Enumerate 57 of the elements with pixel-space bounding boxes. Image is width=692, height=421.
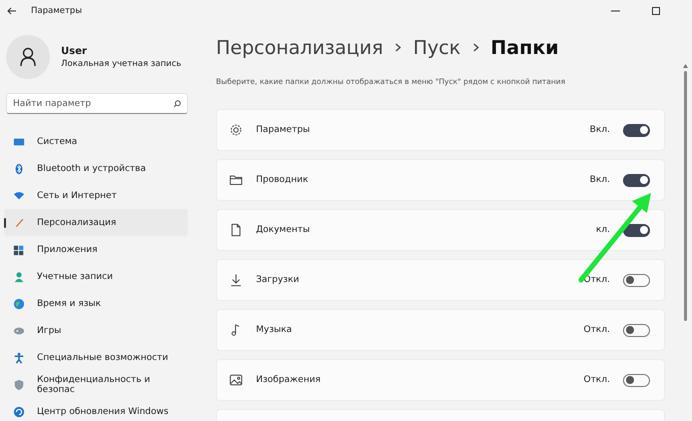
gear-icon bbox=[229, 123, 243, 137]
folder-label: Документы bbox=[256, 225, 311, 235]
document-icon bbox=[229, 223, 243, 237]
image-icon bbox=[229, 373, 243, 387]
folder-label: Изображения bbox=[256, 375, 322, 385]
nav-item[interactable]: Учетные записи bbox=[4, 263, 188, 290]
nav-item[interactable]: Приложения bbox=[4, 236, 188, 263]
avatar[interactable] bbox=[6, 35, 50, 79]
toggle-switch[interactable] bbox=[623, 224, 650, 236]
nav-item[interactable]: Конфиденциальность и безопас bbox=[4, 371, 188, 398]
search-icon bbox=[173, 100, 181, 108]
toggle-switch[interactable] bbox=[623, 124, 650, 136]
nav-item[interactable]: Специальные возможности bbox=[4, 344, 188, 371]
toggle-state-label: Вкл. bbox=[590, 175, 610, 185]
breadcrumb-link[interactable]: Пуск bbox=[413, 37, 461, 59]
nav-item[interactable]: Персонализация bbox=[4, 209, 188, 236]
monitor-icon bbox=[13, 136, 25, 148]
toggle-state-label: Откл. bbox=[584, 375, 610, 385]
toggle-state-label: кл. bbox=[596, 225, 610, 235]
page-title: Папки bbox=[490, 37, 559, 59]
back-arrow-icon[interactable] bbox=[7, 7, 17, 15]
person-icon bbox=[20, 47, 36, 67]
breadcrumb-link[interactable]: Персонализация bbox=[216, 37, 384, 59]
search-field[interactable]: Найти параметр bbox=[6, 93, 188, 114]
folder-label: Проводник bbox=[256, 175, 310, 185]
bluetooth-icon bbox=[13, 162, 25, 174]
nav-item[interactable]: Bluetooth и устройства bbox=[4, 155, 188, 182]
nav-item[interactable]: Сеть и Интернет bbox=[4, 182, 188, 209]
globe-icon bbox=[13, 298, 25, 310]
shield-icon bbox=[13, 378, 25, 390]
toggle-state-label: Вкл. bbox=[590, 125, 610, 135]
apps-icon bbox=[13, 244, 25, 256]
wifi-icon bbox=[13, 190, 25, 202]
folder-label: Параметры bbox=[256, 125, 311, 135]
brush-icon bbox=[13, 216, 25, 228]
minimize-icon[interactable] bbox=[611, 10, 620, 12]
folder-label: Загрузки bbox=[256, 275, 300, 285]
toggle-switch[interactable] bbox=[623, 174, 650, 186]
nav-item[interactable]: Игры bbox=[4, 317, 188, 344]
selection-indicator bbox=[4, 218, 6, 228]
nav-item[interactable]: Время и язык bbox=[4, 290, 188, 317]
folder-icon bbox=[229, 173, 243, 187]
toggle-switch[interactable] bbox=[623, 374, 650, 386]
maximize-icon[interactable] bbox=[652, 7, 660, 15]
download-icon bbox=[229, 273, 243, 287]
toggle-switch[interactable] bbox=[623, 274, 650, 286]
nav-item[interactable]: Центр обновления Windows bbox=[4, 398, 188, 421]
user-name: User bbox=[61, 46, 88, 56]
accessibility-icon bbox=[13, 352, 25, 364]
toggle-state-label: Откл. bbox=[584, 325, 610, 335]
update-icon bbox=[13, 406, 25, 418]
toggle-switch[interactable] bbox=[623, 324, 650, 336]
account-type: Локальная учетная запись bbox=[61, 58, 182, 68]
window-title: Параметры bbox=[31, 6, 82, 16]
nav-item[interactable]: Система bbox=[4, 128, 188, 155]
person-icon bbox=[13, 270, 25, 282]
folder-label: Музыка bbox=[256, 325, 293, 335]
